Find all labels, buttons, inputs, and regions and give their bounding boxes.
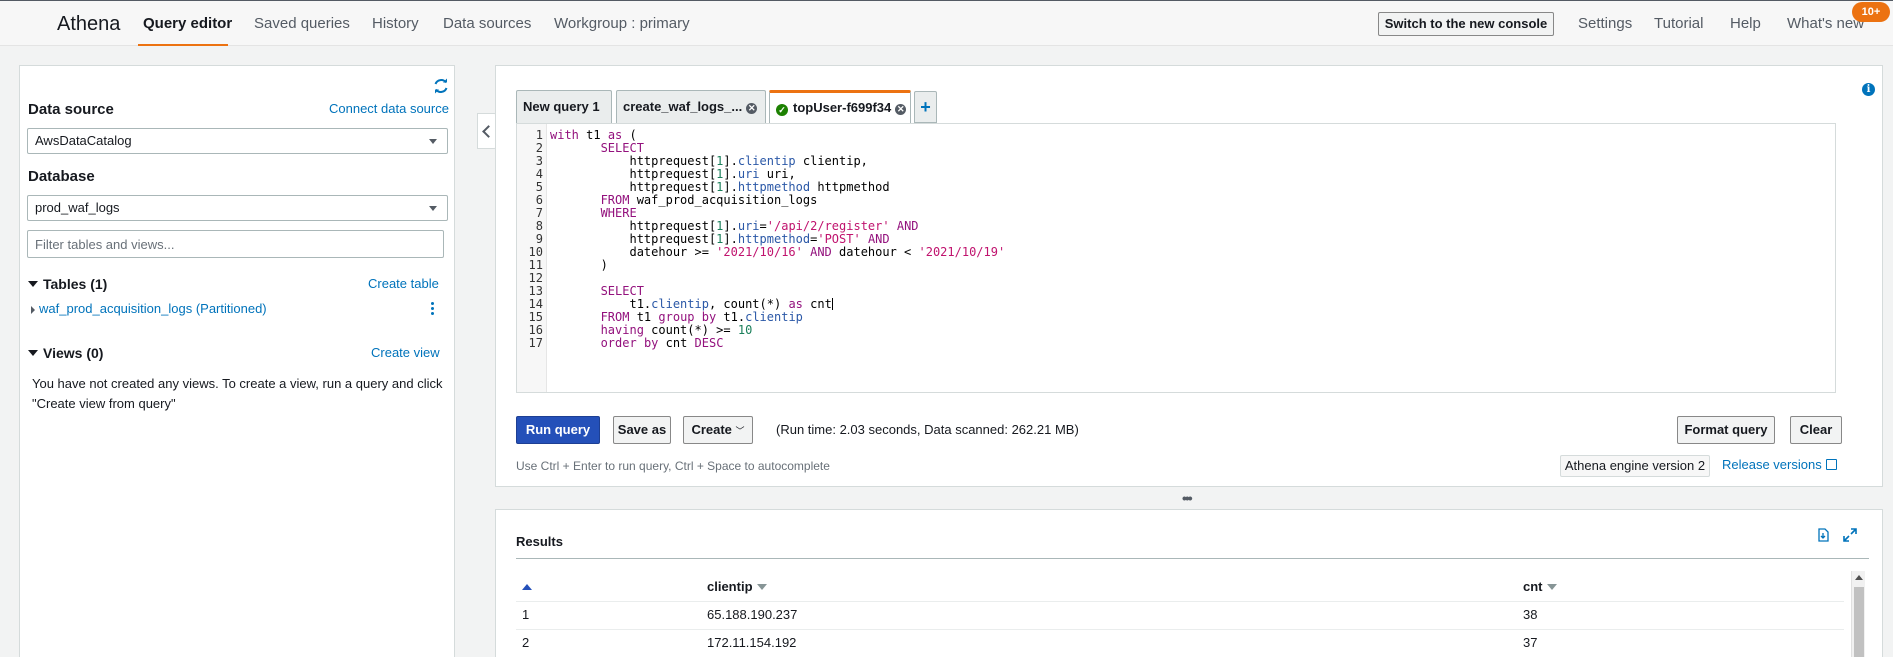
refresh-icon[interactable]: [433, 78, 449, 94]
tab-create-waf-logs[interactable]: create_waf_logs_... ✕: [616, 90, 766, 123]
row-index: 1: [522, 607, 530, 622]
tab-new-query-1[interactable]: New query 1: [516, 90, 612, 123]
code-line: ): [550, 258, 608, 272]
data-source-select[interactable]: AwsDataCatalog: [27, 128, 448, 154]
nav-workgroup[interactable]: Workgroup : primary: [554, 15, 690, 32]
create-label: Create: [691, 422, 732, 437]
filter-tables-input[interactable]: [27, 230, 444, 258]
more-options-icon[interactable]: [431, 302, 435, 316]
column-header-clientip[interactable]: clientip: [707, 579, 767, 594]
expand-icon[interactable]: [1843, 528, 1857, 542]
tables-heading[interactable]: Tables (1): [28, 276, 107, 292]
connect-data-source-link[interactable]: Connect data source: [329, 101, 449, 116]
results-panel: Results clientip cnt 1 65.188.190.237 38…: [495, 509, 1883, 657]
nav-data-sources[interactable]: Data sources: [443, 15, 531, 32]
line-number: 17: [528, 336, 543, 350]
results-divider: [516, 558, 1869, 559]
cell-clientip: 65.188.190.237: [707, 607, 798, 622]
column-header-label: cnt: [1523, 579, 1543, 594]
table-item[interactable]: waf_prod_acquisition_logs (Partitioned): [39, 301, 267, 316]
tab-label: New query 1: [523, 99, 600, 114]
tables-heading-label: Tables (1): [43, 276, 108, 292]
run-query-button[interactable]: Run query: [516, 416, 600, 444]
notification-badge: 10+: [1852, 2, 1890, 22]
views-empty-message: You have not created any views. To creat…: [32, 376, 443, 411]
row-divider: [516, 629, 1844, 630]
info-icon[interactable]: i: [1862, 83, 1875, 96]
nav-tutorial[interactable]: Tutorial: [1654, 15, 1703, 32]
sort-icon: [756, 584, 767, 590]
nav-whats-new[interactable]: What's new: [1787, 15, 1864, 32]
add-tab-button[interactable]: +: [914, 91, 937, 123]
database-sidebar: Data source Connect data source AwsDataC…: [19, 65, 455, 657]
nav-settings[interactable]: Settings: [1578, 15, 1632, 32]
scrollbar-thumb[interactable]: [1854, 587, 1864, 657]
caret-down-icon: [28, 350, 38, 356]
caret-down-icon: [28, 281, 38, 287]
chevron-down-icon: [429, 206, 437, 211]
data-source-value: AwsDataCatalog: [35, 133, 132, 148]
close-icon[interactable]: ✕: [895, 104, 907, 115]
code-line: datehour >= '2021/10/16' AND datehour < …: [550, 245, 1006, 259]
create-table-link[interactable]: Create table: [368, 276, 439, 291]
database-select[interactable]: prod_waf_logs: [27, 195, 448, 221]
row-index: 2: [522, 635, 530, 650]
cell-cnt: 37: [1523, 635, 1538, 650]
cell-cnt: 38: [1523, 607, 1538, 622]
query-editor-panel: i New query 1 create_waf_logs_... ✕ ✓ topU…: [495, 65, 1883, 487]
brand-title[interactable]: Athena: [57, 13, 120, 36]
nav-saved-queries[interactable]: Saved queries: [254, 15, 350, 32]
database-label: Database: [28, 168, 95, 185]
nav-query-editor[interactable]: Query editor: [143, 15, 232, 32]
column-header-label: clientip: [707, 579, 753, 594]
sort-ascending-icon[interactable]: [522, 584, 532, 590]
tab-label: topUser-f699f34: [793, 100, 892, 115]
code-line: order by cnt DESC: [600, 336, 724, 350]
top-navigation: Athena Query editor Saved queries Histor…: [0, 0, 1893, 46]
external-link-icon: [1825, 459, 1837, 470]
resize-handle[interactable]: •••: [1182, 490, 1193, 506]
sql-code-editor[interactable]: 1 2 3 4 5 6 7 8 9 10 11 12 13 14 15 16 1…: [516, 123, 1836, 393]
scroll-up-icon[interactable]: [1855, 575, 1863, 580]
keyboard-hint: Use Ctrl + Enter to run query, Ctrl + Sp…: [516, 459, 830, 473]
create-dropdown-button[interactable]: Create ﹀: [683, 416, 753, 444]
chevron-down-icon: [429, 139, 437, 144]
results-scrollbar[interactable]: [1851, 571, 1865, 657]
views-heading-label: Views (0): [43, 345, 104, 361]
sort-icon: [1546, 584, 1557, 590]
cell-clientip: 172.11.154.192: [707, 635, 797, 650]
format-query-button[interactable]: Format query: [1677, 416, 1775, 444]
create-view-link[interactable]: Create view: [371, 345, 440, 360]
data-source-label: Data source: [28, 101, 114, 118]
run-info-text: (Run time: 2.03 seconds, Data scanned: 2…: [776, 422, 1079, 437]
close-icon[interactable]: ✕: [746, 103, 758, 114]
chevron-down-icon: ﹀: [735, 426, 745, 436]
release-versions-label: Release versions: [1722, 457, 1822, 472]
row-divider: [516, 601, 1844, 602]
tab-top-user[interactable]: ✓ topUser-f699f34 ✕: [769, 90, 911, 123]
engine-version-badge: Athena engine version 2: [1560, 455, 1710, 477]
nav-history[interactable]: History: [372, 15, 419, 32]
nav-help[interactable]: Help: [1730, 15, 1761, 32]
tab-label: create_waf_logs_...: [623, 99, 743, 114]
results-title: Results: [516, 534, 563, 549]
switch-console-button[interactable]: Switch to the new console: [1378, 12, 1554, 36]
release-versions-link[interactable]: Release versions: [1722, 457, 1837, 472]
database-value: prod_waf_logs: [35, 200, 120, 215]
active-nav-indicator: [138, 44, 228, 46]
views-heading[interactable]: Views (0): [28, 345, 103, 361]
success-check-icon: ✓: [776, 104, 788, 116]
download-file-icon[interactable]: [1816, 528, 1830, 542]
caret-right-icon[interactable]: [31, 306, 35, 314]
column-header-cnt[interactable]: cnt: [1523, 579, 1557, 594]
save-as-button[interactable]: Save as: [613, 416, 671, 444]
clear-button[interactable]: Clear: [1790, 416, 1842, 444]
collapse-sidebar-button[interactable]: [477, 113, 497, 149]
